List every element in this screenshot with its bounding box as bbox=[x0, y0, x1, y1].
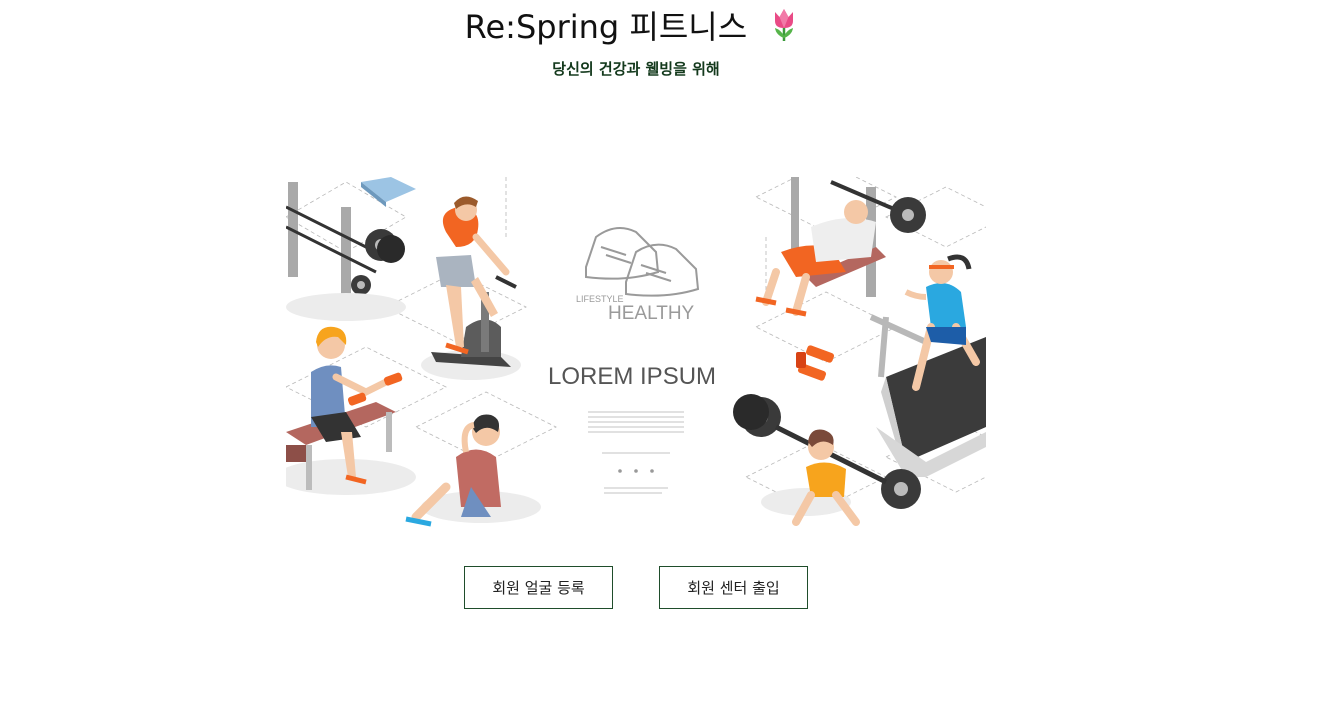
hero-illustration: LIFESTYLE HEALTHY LOREM IPSUM bbox=[286, 177, 986, 527]
page-title-text: Re:Spring 피트니스 bbox=[464, 8, 748, 46]
page-title: Re:Spring 피트니스 bbox=[0, 2, 1262, 50]
treadmill-runner-illustration bbox=[869, 254, 986, 477]
lorem-ipsum-headline: LOREM IPSUM bbox=[548, 363, 716, 390]
healthy-text: HEALTHY bbox=[608, 303, 695, 324]
tulip-icon bbox=[771, 8, 797, 50]
man-situps-illustration bbox=[405, 414, 541, 527]
squat-rack-illustration bbox=[286, 182, 406, 321]
enter-center-button[interactable]: 회원 센터 출입 bbox=[659, 566, 808, 609]
register-face-button[interactable]: 회원 얼굴 등록 bbox=[464, 566, 613, 609]
man-with-dumbbells-illustration bbox=[286, 326, 416, 495]
bench-press-illustration bbox=[755, 177, 926, 317]
page-subtitle: 당신의 건강과 웰빙을 위해 bbox=[552, 60, 720, 78]
shoes-icon bbox=[585, 227, 700, 297]
woman-on-bike-illustration bbox=[421, 196, 521, 380]
